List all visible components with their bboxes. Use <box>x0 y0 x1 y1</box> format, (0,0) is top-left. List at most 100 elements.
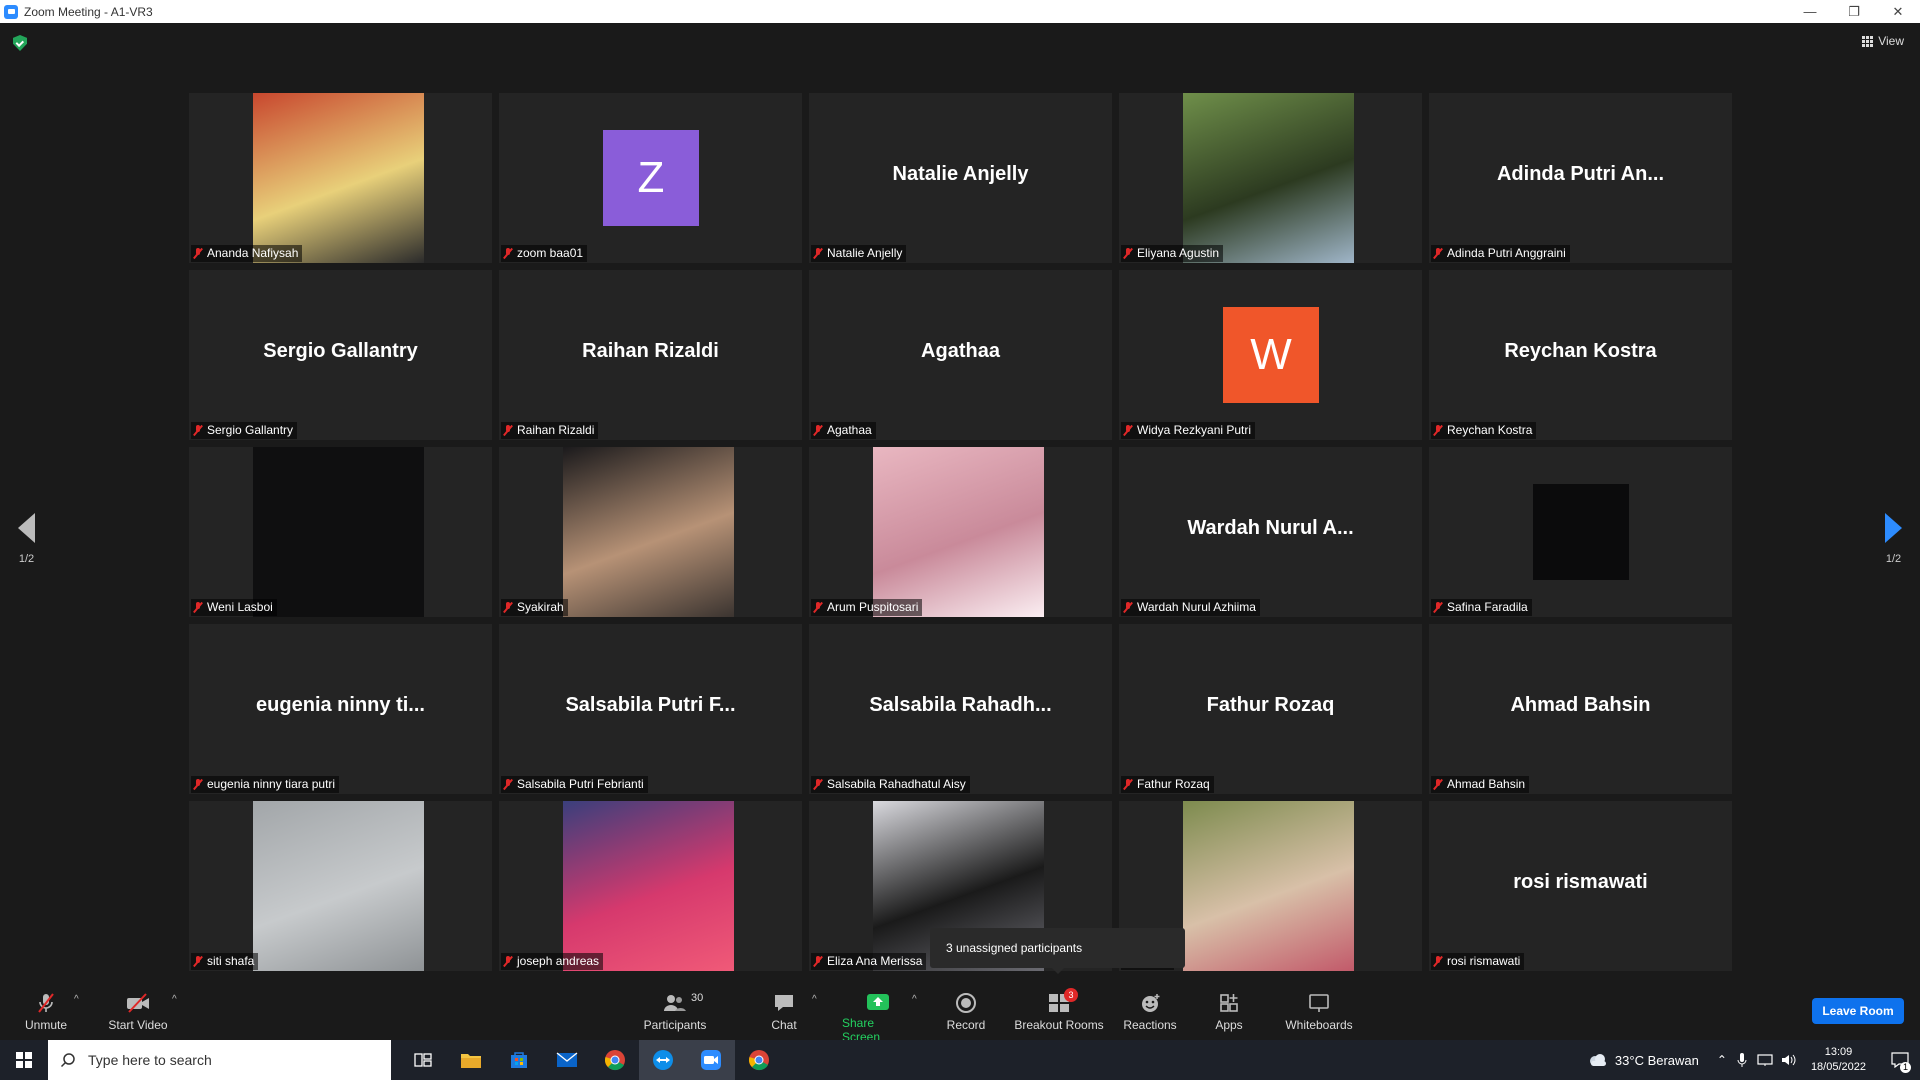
unmute-button[interactable]: Unmute <box>22 978 70 1040</box>
network-icon[interactable] <box>1757 1053 1773 1067</box>
taskbar-search-box[interactable]: Type here to search <box>48 1040 391 1080</box>
microphone-muted-icon <box>814 956 822 967</box>
zoom-taskbar-button[interactable] <box>687 1040 735 1080</box>
participant-video <box>253 447 424 617</box>
start-video-button[interactable]: Start Video <box>106 978 170 1040</box>
chat-label: Chat <box>771 1018 797 1032</box>
record-button[interactable]: Record <box>944 978 988 1040</box>
reactions-label: Reactions <box>1123 1018 1177 1032</box>
participant-name: Salsabila Putri Febrianti <box>517 777 644 791</box>
apps-button[interactable]: Apps <box>1212 978 1246 1040</box>
share-screen-button[interactable]: Share Screen <box>842 978 914 1044</box>
chrome-button[interactable] <box>591 1040 639 1080</box>
participant-tile[interactable]: eugenia ninny ti... eugenia ninny tiara p… <box>189 624 492 794</box>
task-view-button[interactable] <box>399 1040 447 1080</box>
weather-text[interactable]: 33°C Berawan <box>1615 1053 1699 1068</box>
participant-tile[interactable]: Zzoom baa01 <box>499 93 802 263</box>
view-label: View <box>1878 34 1904 48</box>
participant-name: Syakirah <box>517 600 564 614</box>
participant-name: Reychan Kostra <box>1447 423 1533 437</box>
microsoft-store-button[interactable] <box>495 1040 543 1080</box>
participant-display-name: Salsabila Rahadh... <box>869 694 1052 716</box>
file-explorer-button[interactable] <box>447 1040 495 1080</box>
participant-name: Wardah Nurul Azhiima <box>1137 600 1256 614</box>
participant-tile[interactable]: Syakirah <box>499 447 802 617</box>
grid-view-icon <box>1862 35 1874 47</box>
participant-tile[interactable]: Raihan Rizaldi Raihan Rizaldi <box>499 270 802 440</box>
speaker-icon[interactable] <box>1781 1053 1797 1067</box>
participant-tile[interactable]: Weni Lasboi <box>189 447 492 617</box>
participant-tile[interactable]: Salsabila Putri F... Salsabila Putri Febr… <box>499 624 802 794</box>
participant-name-label: Raihan Rizaldi <box>501 422 599 439</box>
participant-tile[interactable]: rosi rismawati rosi rismawati <box>1429 801 1732 971</box>
participant-tile[interactable]: Eliyana Agustin <box>1119 93 1422 263</box>
participant-name-label: Syakirah <box>501 599 568 616</box>
clock-time: 13:09 <box>1824 1046 1853 1058</box>
participant-tile[interactable]: Salsabila Rahadh... Salsabila Rahadhatul … <box>809 624 1112 794</box>
clock[interactable]: 13:09 18/05/2022 <box>1811 1045 1866 1075</box>
microphone-tray-icon[interactable] <box>1737 1052 1747 1068</box>
show-hidden-icons-icon[interactable]: ⌃ <box>1717 1053 1727 1067</box>
participants-button[interactable]: 30 Participants <box>640 978 710 1040</box>
breakout-rooms-icon: 3 <box>1047 988 1078 1014</box>
view-button[interactable]: View <box>1862 34 1904 48</box>
participant-name-label: Salsabila Putri Febrianti <box>501 776 648 793</box>
participant-name: Widya Rezkyani Putri <box>1137 423 1252 437</box>
participant-tile[interactable]: Reychan Kostra Reychan Kostra <box>1429 270 1732 440</box>
participant-video <box>563 801 734 971</box>
share-options-caret[interactable]: ^ <box>912 994 917 1005</box>
video-muted-icon <box>126 992 150 1014</box>
participant-name: Fathur Rozaq <box>1137 777 1210 791</box>
participant-name-label: Agathaa <box>811 422 876 439</box>
participant-display-name: eugenia ninny ti... <box>256 694 425 716</box>
participant-name: eugenia ninny tiara putri <box>207 777 336 791</box>
participant-avatar: W <box>1223 307 1319 403</box>
participant-tile[interactable]: Safina Faradila <box>1429 447 1732 617</box>
minimize-button[interactable]: — <box>1788 0 1832 23</box>
restore-button[interactable]: ❐ <box>1832 0 1876 23</box>
mail-button[interactable] <box>543 1040 591 1080</box>
microphone-muted-icon <box>1124 779 1132 790</box>
participant-display-name: Ahmad Bahsin <box>1510 694 1651 716</box>
breakout-rooms-button[interactable]: 3 Breakout Rooms <box>1014 978 1104 1040</box>
video-options-caret[interactable]: ^ <box>172 994 177 1005</box>
participant-tile[interactable]: Natalie Anjelly Natalie Anjelly <box>809 93 1112 263</box>
encryption-shield-icon[interactable] <box>13 35 27 51</box>
participant-tile[interactable]: joseph andreas <box>499 801 802 971</box>
microphone-muted-icon <box>194 425 202 436</box>
close-button[interactable]: ✕ <box>1876 0 1920 23</box>
chat-options-caret[interactable]: ^ <box>812 994 817 1005</box>
folder-icon <box>461 1054 481 1068</box>
participants-label: Participants <box>643 1018 707 1032</box>
reactions-button[interactable]: Reactions <box>1122 978 1178 1040</box>
participant-tile[interactable]: W Widya Rezkyani Putri <box>1119 270 1422 440</box>
participant-name-label: Widya Rezkyani Putri <box>1121 422 1256 439</box>
microphone-muted-icon <box>1124 425 1132 436</box>
participant-name: Weni Lasboi <box>207 600 273 614</box>
microphone-muted-icon <box>1434 425 1442 436</box>
whiteboards-button[interactable]: Whiteboards <box>1282 978 1356 1040</box>
participant-tile[interactable]: Ahmad Bahsin Ahmad Bahsin <box>1429 624 1732 794</box>
search-icon <box>60 1053 75 1068</box>
participant-tile[interactable]: Fathur Rozaq Fathur Rozaq <box>1119 624 1422 794</box>
next-page-button[interactable]: 1/2 <box>1885 513 1902 565</box>
leave-room-button[interactable]: Leave Room <box>1812 998 1904 1024</box>
previous-page-button[interactable]: 1/2 <box>18 513 35 565</box>
chrome-profile-button[interactable] <box>735 1040 783 1080</box>
participants-count: 30 <box>691 992 704 1004</box>
participant-tile[interactable]: Adinda Putri An... Adinda Putri Anggraini <box>1429 93 1732 263</box>
participant-tile[interactable]: siti shafa <box>189 801 492 971</box>
participant-tile[interactable]: Arum Puspitosari <box>809 447 1112 617</box>
participant-tile[interactable]: Ananda Nafiysah <box>189 93 492 263</box>
participant-tile[interactable]: Sergio Gallantry Sergio Gallantry <box>189 270 492 440</box>
audio-options-caret[interactable]: ^ <box>74 994 79 1005</box>
participant-name-label: Ahmad Bahsin <box>1431 776 1530 793</box>
teamviewer-button[interactable] <box>639 1040 687 1080</box>
microphone-muted-icon <box>194 779 202 790</box>
participant-name-label: Ananda Nafiysah <box>191 245 303 262</box>
participant-tile[interactable]: Agathaa Agathaa <box>809 270 1112 440</box>
start-button[interactable] <box>0 1040 48 1080</box>
participant-tile[interactable]: Wardah Nurul A... Wardah Nurul Azhiima <box>1119 447 1422 617</box>
notification-center-button[interactable]: 1 <box>1880 1040 1920 1080</box>
chat-button[interactable]: Chat <box>768 978 800 1040</box>
